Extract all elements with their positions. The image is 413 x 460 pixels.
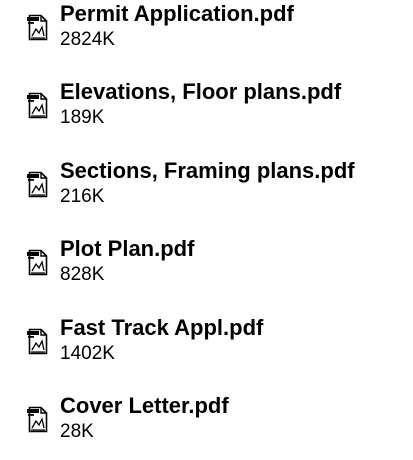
- pdf-file-icon[interactable]: [26, 12, 50, 42]
- file-size: 828K: [60, 264, 105, 285]
- file-size: 2824K: [60, 29, 115, 50]
- pdf-file-icon[interactable]: [26, 90, 50, 120]
- file-item: Plot Plan.pdf 828K: [0, 237, 413, 303]
- pdf-file-icon[interactable]: [26, 404, 50, 434]
- file-link[interactable]: Plot Plan.pdf: [60, 237, 194, 261]
- file-size: 1402K: [60, 343, 115, 364]
- file-item: Cover Letter.pdf 28K: [0, 394, 413, 460]
- pdf-file-icon[interactable]: [26, 326, 50, 356]
- file-size: 189K: [60, 107, 105, 128]
- file-item: Permit Application.pdf 2824K: [0, 2, 413, 68]
- file-size: 216K: [60, 186, 105, 207]
- file-link[interactable]: Permit Application.pdf: [60, 2, 294, 26]
- file-size: 28K: [60, 421, 94, 442]
- file-link[interactable]: Sections, Framing plans.pdf: [60, 159, 355, 183]
- pdf-file-icon[interactable]: [26, 169, 50, 199]
- file-item: Fast Track Appl.pdf 1402K: [0, 316, 413, 382]
- file-link[interactable]: Elevations, Floor plans.pdf: [60, 80, 341, 104]
- file-item: Sections, Framing plans.pdf 216K: [0, 159, 413, 225]
- file-link[interactable]: Cover Letter.pdf: [60, 394, 229, 418]
- pdf-file-icon[interactable]: [26, 247, 50, 277]
- file-link[interactable]: Fast Track Appl.pdf: [60, 316, 263, 340]
- file-list: Permit Application.pdf 2824K Elevations,…: [0, 0, 413, 456]
- file-item: Elevations, Floor plans.pdf 189K: [0, 80, 413, 146]
